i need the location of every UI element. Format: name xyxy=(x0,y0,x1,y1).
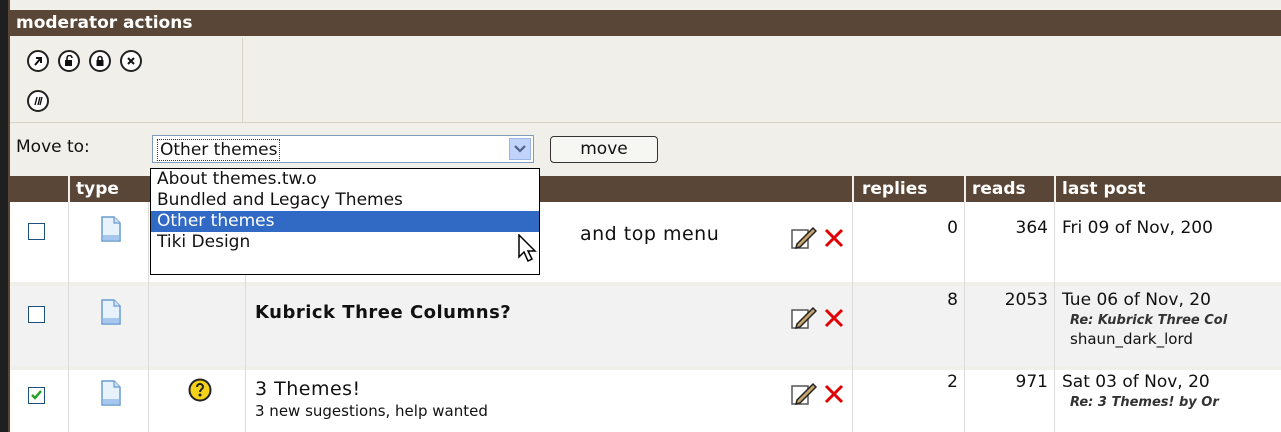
row-checkbox[interactable] xyxy=(28,387,45,404)
reads-count: 364 xyxy=(1015,218,1048,238)
document-icon xyxy=(101,216,121,242)
replies-count: 0 xyxy=(947,218,958,238)
last-post-user[interactable]: shaun_dark_lord xyxy=(1070,330,1193,348)
page-background: moderator actions Move to: Other themes … xyxy=(0,0,1281,432)
forum-option[interactable]: Bundled and Legacy Themes xyxy=(151,190,539,211)
moderator-actions-header: moderator actions xyxy=(10,10,1281,36)
topic-subtitle: 3 new sugestions, help wanted xyxy=(255,402,488,420)
last-post-reply[interactable]: Re: Kubrick Three Col xyxy=(1070,313,1227,328)
header-divider xyxy=(964,176,966,202)
last-post-date: Tue 06 of Nov, 20 xyxy=(1062,290,1211,310)
unlock-icon[interactable] xyxy=(58,50,80,72)
chevron-down-icon[interactable] xyxy=(509,138,531,160)
column-divider xyxy=(964,202,965,432)
forum-option[interactable]: About themes.tw.o xyxy=(151,169,539,190)
delete-x-icon[interactable] xyxy=(823,307,845,329)
mouse-cursor-icon xyxy=(518,234,537,263)
move-topic-icon[interactable] xyxy=(27,50,49,72)
topic-title[interactable]: and top menu xyxy=(580,223,719,245)
document-icon xyxy=(101,299,121,325)
column-divider xyxy=(1054,202,1055,432)
forum-option-selected[interactable]: Other themes xyxy=(151,211,539,232)
move-to-select[interactable]: Other themes xyxy=(152,135,534,163)
document-icon xyxy=(101,380,121,406)
delete-x-icon[interactable] xyxy=(823,227,845,249)
merge-icon[interactable] xyxy=(27,90,49,112)
column-last-post[interactable]: last post xyxy=(1062,176,1146,202)
forum-panel: moderator actions Move to: Other themes … xyxy=(8,0,1281,432)
column-replies[interactable]: replies xyxy=(862,176,927,202)
replies-count: 2 xyxy=(947,372,958,392)
lock-icon[interactable] xyxy=(89,50,111,72)
column-type[interactable]: type xyxy=(76,176,119,202)
last-post-date: Fri 09 of Nov, 200 xyxy=(1062,218,1213,238)
last-post-reply[interactable]: Re: 3 Themes! by Or xyxy=(1070,395,1219,410)
forum-option[interactable]: Tiki Design xyxy=(151,232,539,253)
table-row: Kubrick Three Columns? 8 2053 Tue 06 of … xyxy=(10,286,1281,366)
row-checkbox[interactable] xyxy=(28,306,45,323)
selected-forum: Other themes xyxy=(157,139,281,161)
edit-icon[interactable] xyxy=(791,306,817,330)
delete-x-icon[interactable] xyxy=(823,383,845,405)
row-checkbox[interactable] xyxy=(28,223,45,240)
header-divider xyxy=(68,176,70,202)
delete-icon[interactable] xyxy=(120,50,142,72)
hot-topic-icon xyxy=(188,378,212,402)
reads-count: 2053 xyxy=(1004,290,1048,310)
column-divider xyxy=(68,202,69,432)
column-reads[interactable]: reads xyxy=(972,176,1026,202)
moderator-actions-area xyxy=(10,38,1281,123)
table-row: 3 Themes! 3 new sugestions, help wanted … xyxy=(10,370,1281,432)
topic-title[interactable]: 3 Themes! xyxy=(255,378,361,400)
header-divider xyxy=(1054,176,1056,202)
column-divider xyxy=(148,202,149,432)
move-button[interactable]: move xyxy=(550,136,658,163)
replies-count: 8 xyxy=(947,290,958,310)
reads-count: 971 xyxy=(1015,372,1048,392)
actions-divider xyxy=(242,38,243,122)
header-divider xyxy=(852,176,854,202)
move-to-label: Move to: xyxy=(16,137,90,157)
column-divider xyxy=(852,202,853,432)
edit-icon[interactable] xyxy=(791,382,817,406)
last-post-date: Sat 03 of Nov, 20 xyxy=(1062,372,1210,392)
topic-title[interactable]: Kubrick Three Columns? xyxy=(255,302,511,323)
edit-icon[interactable] xyxy=(791,226,817,250)
move-to-dropdown-list: About themes.tw.o Bundled and Legacy The… xyxy=(150,168,540,275)
